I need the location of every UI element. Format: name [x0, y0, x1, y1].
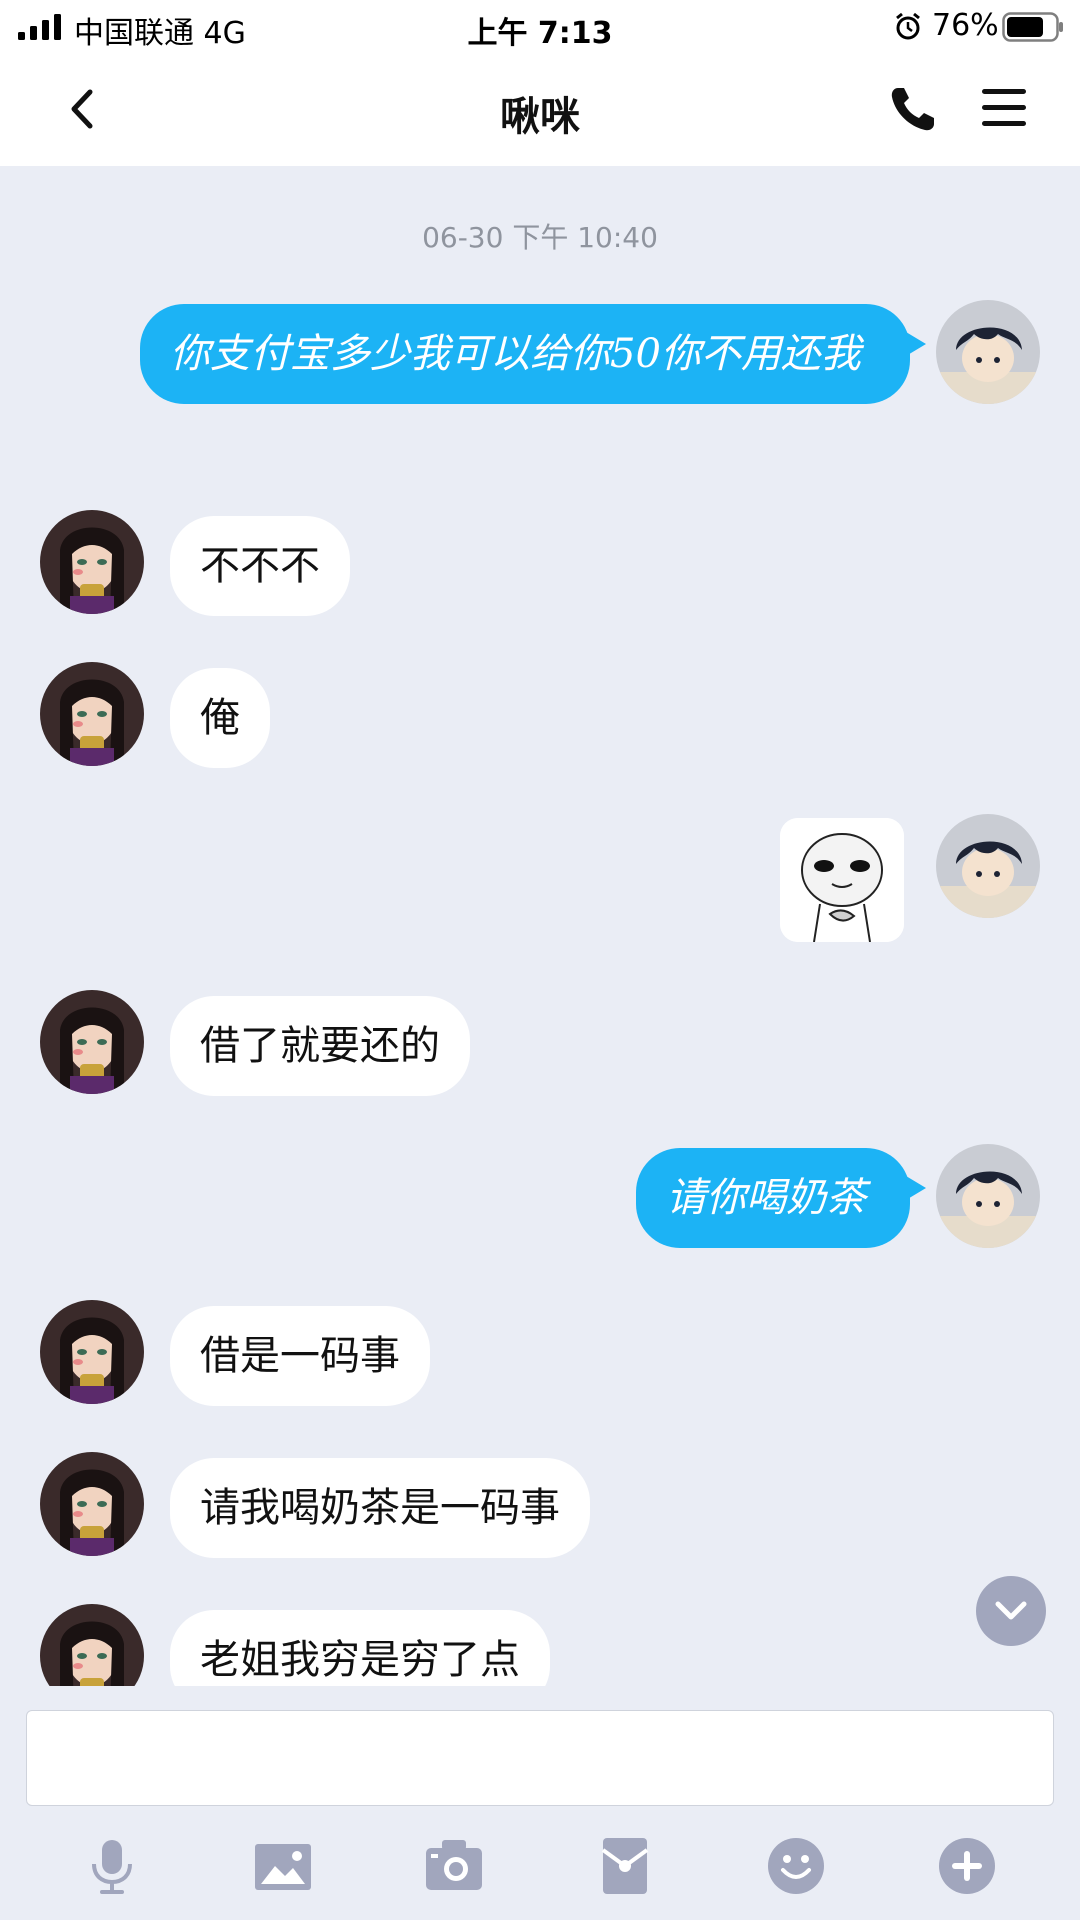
voice-button[interactable]: [82, 1836, 142, 1896]
incoming-message[interactable]: 老姐我穷是穷了点: [170, 1610, 550, 1686]
phone-icon[interactable]: [888, 84, 938, 134]
incoming-message[interactable]: 不不不: [170, 516, 350, 616]
contact-avatar[interactable]: [40, 1300, 144, 1404]
staring-face-sticker[interactable]: [780, 818, 904, 942]
my-avatar[interactable]: [936, 1144, 1040, 1248]
girl-avatar-icon: [40, 1300, 144, 1404]
camera-icon: [426, 1840, 482, 1890]
message-text: 你支付宝多少我可以给你50你不用还我: [170, 331, 861, 377]
scroll-to-bottom-button[interactable]: [976, 1576, 1046, 1646]
girl-avatar-icon: [40, 662, 144, 766]
message-text: 借了就要还的: [200, 1023, 440, 1069]
message-text: 不不不: [200, 543, 320, 589]
message-text: 借是一码事: [200, 1333, 400, 1379]
plus-icon: [939, 1838, 995, 1894]
contact-avatar[interactable]: [40, 510, 144, 614]
boy-avatar-icon: [936, 814, 1040, 918]
image-icon: [255, 1844, 311, 1890]
outgoing-message[interactable]: 请你喝奶茶: [636, 1148, 926, 1248]
girl-avatar-icon: [40, 1604, 144, 1686]
girl-avatar-icon: [40, 510, 144, 614]
emoji-button[interactable]: [766, 1836, 826, 1896]
message-text: 请我喝奶茶是一码事: [200, 1485, 560, 1531]
message-text: 请你喝奶茶: [666, 1175, 866, 1221]
boy-avatar-icon: [936, 1144, 1040, 1248]
incoming-message[interactable]: 借了就要还的: [170, 996, 470, 1096]
battery-percent: 76%: [932, 8, 999, 43]
input-toolbar: [0, 1836, 1080, 1896]
more-button[interactable]: [937, 1836, 997, 1896]
message-text: 老姐我穷是穷了点: [200, 1637, 520, 1683]
nav-bar: 啾咪: [0, 54, 1080, 166]
outgoing-message[interactable]: 你支付宝多少我可以给你50你不用还我: [140, 304, 926, 404]
contact-avatar[interactable]: [40, 662, 144, 766]
microphone-icon: [92, 1840, 132, 1894]
message-input[interactable]: [26, 1710, 1054, 1806]
emoji-icon: [768, 1838, 824, 1894]
girl-avatar-icon: [40, 1452, 144, 1556]
incoming-message[interactable]: 俺: [170, 668, 270, 768]
message-text: 俺: [200, 695, 240, 741]
input-area: [0, 1686, 1080, 1920]
red-packet-icon: [601, 1838, 649, 1894]
chevron-down-icon: [995, 1601, 1027, 1620]
incoming-message[interactable]: 借是一码事: [170, 1306, 430, 1406]
message-timestamp: 06-30 下午 10:40: [422, 221, 658, 254]
menu-icon[interactable]: [980, 86, 1028, 130]
staring-face-icon: [780, 818, 904, 942]
my-avatar[interactable]: [936, 300, 1040, 404]
image-button[interactable]: [253, 1836, 313, 1896]
my-avatar[interactable]: [936, 814, 1040, 918]
alarm-icon: [896, 12, 920, 40]
girl-avatar-icon: [40, 990, 144, 1094]
boy-avatar-icon: [936, 300, 1040, 404]
status-bar: 中国联通 4G 上午 7:13 76%: [0, 0, 1080, 54]
chat-area[interactable]: 06-30 下午 10:40 你支付宝多少我可以给你50你不用还我 不不不 俺 …: [0, 166, 1080, 1686]
contact-avatar[interactable]: [40, 1604, 144, 1686]
incoming-message[interactable]: 请我喝奶茶是一码事: [170, 1458, 590, 1558]
camera-button[interactable]: [424, 1836, 484, 1896]
contact-avatar[interactable]: [40, 1452, 144, 1556]
red-packet-button[interactable]: [595, 1836, 655, 1896]
battery-icon: [1002, 12, 1063, 42]
contact-avatar[interactable]: [40, 990, 144, 1094]
